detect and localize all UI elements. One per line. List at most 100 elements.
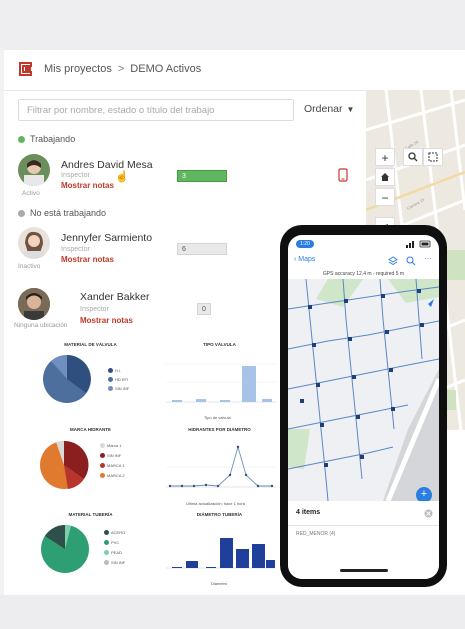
legend-label: PEAD bbox=[111, 550, 122, 555]
panel-title: HIDRANTES POR DIÁMETRO bbox=[188, 427, 251, 432]
legend-swatch bbox=[100, 443, 105, 449]
legend-label: MARCA 2 bbox=[107, 473, 125, 478]
legend-label: Marca 1 bbox=[107, 443, 122, 448]
phone-nav-bar: ‹ Maps ··· bbox=[288, 253, 439, 269]
user-status: Ninguna ubicación bbox=[14, 322, 68, 329]
status-dot-icon bbox=[18, 136, 25, 144]
user-role: Inspector bbox=[61, 246, 90, 253]
legend-swatch bbox=[108, 368, 113, 374]
section-working-label: Trabajando bbox=[30, 134, 76, 144]
panel-title: MATERIAL TUBERÍA bbox=[68, 512, 113, 517]
avatar-image bbox=[18, 288, 50, 320]
bar-chart bbox=[166, 538, 276, 569]
x-axis-label: Tipo de válvula bbox=[204, 415, 231, 420]
user-name: Andres David Mesa bbox=[61, 159, 153, 171]
list-item[interactable]: RED_MENOR (4) bbox=[296, 531, 335, 537]
legend-swatch bbox=[104, 550, 109, 556]
pie-chart bbox=[43, 354, 91, 403]
layers-icon[interactable] bbox=[388, 256, 398, 266]
legend-label: H.I. bbox=[115, 368, 122, 373]
home-button[interactable] bbox=[375, 168, 395, 186]
legend-item: SIN INF bbox=[104, 560, 126, 566]
legend-label: MARCA 1 bbox=[107, 463, 125, 468]
panel-title: DIÁMETRO TUBERÍA bbox=[196, 512, 243, 517]
items-count: 4 items bbox=[296, 509, 321, 516]
breadcrumb-separator: > bbox=[117, 63, 125, 75]
panel-hydrants-by-diameter: HIDRANTES POR DIÁMETRO Última actualizac… bbox=[156, 425, 283, 510]
gps-accuracy: GPS accuracy 12,4 m - required 5 m bbox=[322, 271, 405, 277]
app-header: Mis proyectos > DEMO Activos bbox=[4, 50, 465, 91]
phone-status-bar: 1:20 bbox=[288, 235, 439, 253]
bottom-sheet: 4 items RED_MENOR (4) bbox=[288, 501, 439, 579]
app-logo-icon bbox=[19, 62, 32, 76]
legend-label: ACERO bbox=[111, 530, 126, 535]
mobile-map-network bbox=[288, 279, 439, 501]
map-search-button[interactable] bbox=[403, 148, 423, 166]
user-name: Jennyfer Sarmiento bbox=[61, 232, 153, 244]
section-not-working: No está trabajando bbox=[18, 208, 106, 218]
avatar-image bbox=[24, 231, 44, 259]
legend-item: H.I. bbox=[108, 368, 122, 374]
legend-label: PVC bbox=[111, 540, 120, 545]
bar-chart bbox=[166, 363, 276, 403]
legend-item: SIN INF bbox=[100, 453, 122, 459]
sort-label: Ordenar bbox=[304, 103, 343, 115]
status-dot-icon bbox=[18, 210, 25, 218]
back-button[interactable]: ‹ Maps bbox=[294, 256, 315, 263]
avatar bbox=[18, 288, 50, 320]
user-role: Inspector bbox=[80, 306, 109, 313]
assignment-counter: 3 bbox=[177, 170, 227, 182]
legend-item: MARCA 2 bbox=[100, 473, 125, 479]
phone-icon[interactable] bbox=[338, 168, 348, 182]
breadcrumb-current: DEMO Activos bbox=[130, 63, 202, 75]
close-icon[interactable] bbox=[424, 509, 433, 518]
svg-text:Carrera 15: Carrera 15 bbox=[406, 197, 426, 211]
dashboard-charts: MATERIAL DE VÁLVULA H.I. HD EFI SIN INF … bbox=[28, 340, 283, 590]
legend-item: ACERO bbox=[104, 530, 126, 536]
legend-swatch bbox=[108, 386, 113, 392]
panel-title: TIPO VÁLVULA bbox=[203, 342, 236, 347]
pie-chart bbox=[41, 525, 89, 573]
line-chart bbox=[166, 445, 276, 488]
show-notes-link[interactable]: Mostrar notas bbox=[61, 181, 114, 190]
assignment-counter: 0 bbox=[197, 303, 211, 315]
user-status: Inactivo bbox=[18, 263, 41, 270]
phone-screen: 1:20 ‹ Maps ··· GPS accuracy 12,4 m - re… bbox=[288, 235, 439, 579]
more-options-icon[interactable]: ··· bbox=[424, 254, 432, 263]
user-name: Xander Bakker bbox=[80, 291, 150, 303]
pie-chart bbox=[40, 440, 89, 489]
search-input[interactable]: Filtrar por nombre, estado o título del … bbox=[18, 99, 294, 121]
search-icon[interactable] bbox=[406, 256, 416, 266]
panel-title: MATERIAL DE VÁLVULA bbox=[64, 342, 117, 347]
legend-label: SIN INF bbox=[107, 453, 122, 458]
panel-valve-type: TIPO VÁLVULA Tipo de válvula bbox=[156, 340, 283, 425]
legend-label: HD EFI bbox=[115, 377, 129, 382]
divider bbox=[288, 525, 439, 526]
legend-item: HD EFI bbox=[108, 377, 129, 383]
show-notes-link[interactable]: Mostrar notas bbox=[61, 255, 114, 264]
sort-dropdown[interactable]: Ordenar ▼ bbox=[304, 103, 354, 115]
map-select-button[interactable] bbox=[423, 148, 443, 166]
legend-item: MARCA 1 bbox=[100, 463, 125, 469]
panel-title: MARCA HIDRANTE bbox=[69, 427, 112, 432]
breadcrumb-projects[interactable]: Mis proyectos bbox=[44, 63, 112, 75]
panel-pipe-diameter: DIÁMETRO TUBERÍA Diámetro bbox=[156, 510, 283, 590]
user-role: Inspector bbox=[61, 172, 90, 179]
x-axis-label: Diámetro bbox=[211, 581, 228, 586]
user-status: Activo bbox=[22, 190, 40, 197]
show-notes-link[interactable]: Mostrar notas bbox=[80, 316, 133, 325]
select-icon bbox=[428, 152, 438, 162]
panel-hydrant-brand: MARCA HIDRANTE Marca 1 SIN INF MARCA 1 M… bbox=[28, 425, 153, 510]
breadcrumb: Mis proyectos > DEMO Activos bbox=[44, 63, 201, 75]
panel-valve-material: MATERIAL DE VÁLVULA H.I. HD EFI SIN INF bbox=[28, 340, 153, 425]
avatar bbox=[18, 227, 50, 259]
zoom-out-button[interactable]: − bbox=[375, 188, 395, 206]
cursor-icon: ☝ bbox=[115, 171, 129, 183]
legend-swatch bbox=[100, 463, 105, 469]
bottom-background bbox=[0, 595, 465, 629]
legend-label: SIN INF bbox=[111, 560, 126, 565]
legend-swatch bbox=[100, 453, 105, 459]
mobile-map[interactable] bbox=[288, 279, 439, 501]
zoom-in-button[interactable]: + bbox=[375, 148, 395, 166]
avatar bbox=[18, 154, 50, 186]
